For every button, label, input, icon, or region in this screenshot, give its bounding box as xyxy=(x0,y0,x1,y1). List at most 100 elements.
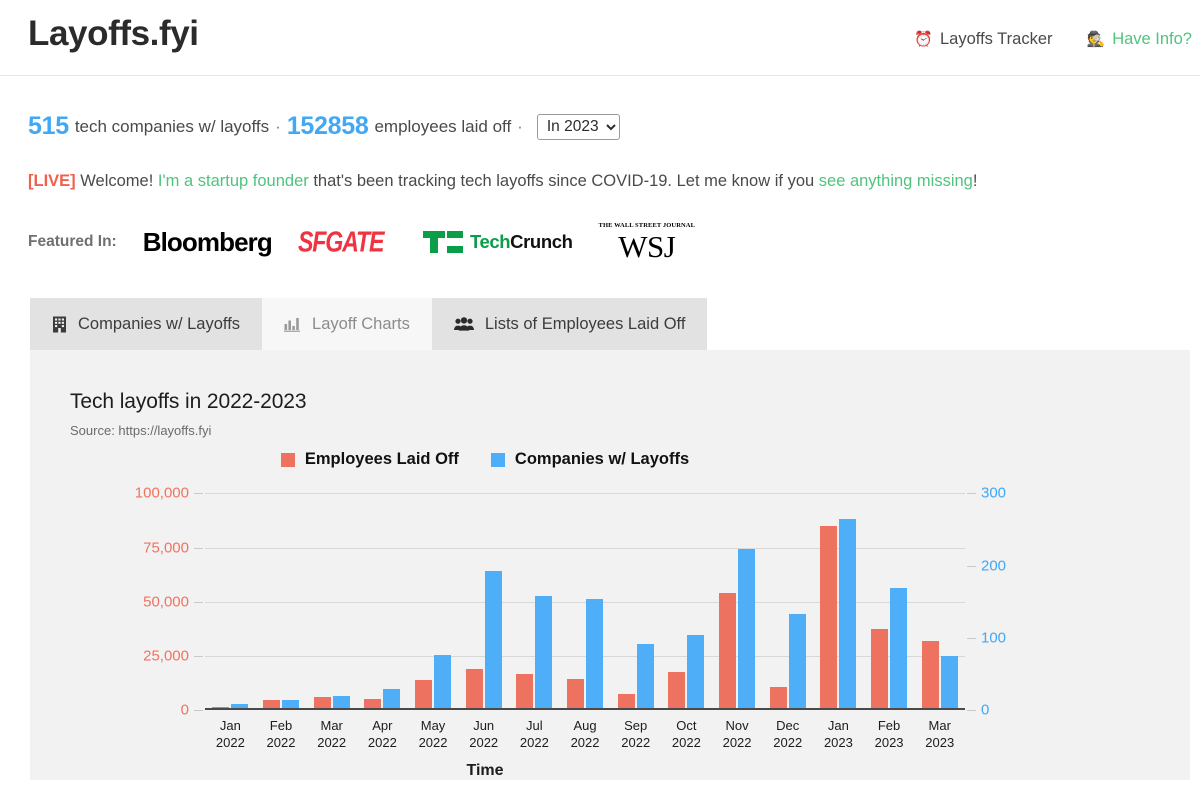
bar-employees-laid-off[interactable] xyxy=(617,694,635,709)
chart-bar-group xyxy=(914,493,965,709)
techcrunch-logo-tech: Tech xyxy=(469,231,511,253)
legend-item-employees[interactable]: Employees Laid Off xyxy=(280,450,459,469)
tab-layoff-charts-label: Layoff Charts xyxy=(312,314,410,333)
legend-label-companies: Companies w/ Layoffs xyxy=(514,450,690,469)
bar-companies-with-layoffs[interactable] xyxy=(586,598,604,709)
bar-employees-laid-off[interactable] xyxy=(567,679,585,709)
bar-companies-with-layoffs[interactable] xyxy=(839,518,857,709)
employees-count: 152858 xyxy=(286,112,369,140)
y-axis-right-label: 300 xyxy=(981,484,1007,502)
live-banner: [LIVE] Welcome! I'm a startup founder th… xyxy=(28,171,1200,192)
chart-source: Source: https://layoffs.fyi xyxy=(70,423,212,439)
featured-in-label: Featured In: xyxy=(28,233,117,251)
tab-lists-of-employees-laid-off[interactable]: Lists of Employees Laid Off xyxy=(431,298,708,351)
year-filter-select[interactable]: In 2023 xyxy=(536,113,620,140)
y-axis-left-tick xyxy=(194,547,203,549)
tab-companies-with-layoffs[interactable]: Companies w/ Layoffs xyxy=(30,298,263,351)
x-axis-tick-label: Jul 2022 xyxy=(519,718,549,750)
see-anything-missing-link[interactable]: see anything missing xyxy=(819,172,973,190)
x-axis-tick-label: Dec 2022 xyxy=(773,718,803,750)
bar-employees-laid-off[interactable] xyxy=(719,593,737,709)
y-axis-left-label: 25,000 xyxy=(143,647,189,665)
live-welcome: Welcome! xyxy=(80,172,154,190)
y-axis-left-label: 100,000 xyxy=(134,484,189,502)
bar-companies-with-layoffs[interactable] xyxy=(332,696,350,709)
y-axis-right-tick xyxy=(967,493,976,495)
bar-employees-laid-off[interactable] xyxy=(313,696,331,709)
x-axis-tick-label: Jun 2022 xyxy=(469,718,499,750)
bar-companies-with-layoffs[interactable] xyxy=(434,654,452,709)
bar-employees-laid-off[interactable] xyxy=(769,686,787,709)
x-axis-title: Time xyxy=(466,762,504,780)
chart-plot-area: 0 25,000 50,000 75,000 100,000 0 100 200 300 xyxy=(135,485,1006,719)
chart-title: Tech layoffs in 2022-2023 xyxy=(70,390,307,414)
bar-companies-with-layoffs[interactable] xyxy=(383,688,401,709)
chart-panel: Tech layoffs in 2022-2023 Source: https:… xyxy=(30,350,1190,781)
employees-count-label: employees laid off xyxy=(374,116,512,136)
header-nav: ⏰ Layoffs Tracker 🕵️ Have Info? xyxy=(914,30,1192,49)
detective-icon: 🕵️ xyxy=(1086,31,1106,48)
y-axis-right-tick xyxy=(967,710,976,712)
y-axis-left-label: 50,000 xyxy=(143,593,189,611)
y-axis-left-label: 75,000 xyxy=(143,539,189,557)
bar-companies-with-layoffs[interactable] xyxy=(738,549,756,709)
x-axis-tick-label: Oct 2022 xyxy=(671,718,701,750)
x-axis-tick-label: Nov 2022 xyxy=(722,718,752,750)
chart-bar-group xyxy=(408,493,459,709)
live-end-text: ! xyxy=(972,172,978,190)
nav-layoffs-tracker-label: Layoffs Tracker xyxy=(940,30,1053,48)
tab-layoff-charts[interactable]: Layoff Charts xyxy=(262,298,432,351)
stats-summary: 515 tech companies w/ layoffs · 152858 e… xyxy=(28,112,1200,141)
techcrunch-logo: TechCrunch xyxy=(422,231,573,254)
y-axis-left-tick xyxy=(194,493,203,495)
bar-employees-laid-off[interactable] xyxy=(516,673,534,709)
bar-employees-laid-off[interactable] xyxy=(263,700,280,709)
x-axis-tick-label: Mar 2022 xyxy=(317,718,347,750)
bar-companies-with-layoffs[interactable] xyxy=(940,655,958,709)
bar-companies-with-layoffs[interactable] xyxy=(636,644,654,709)
bar-companies-with-layoffs[interactable] xyxy=(282,699,299,709)
x-axis-tick-label: Mar 2023 xyxy=(925,718,955,750)
chart-bar-group xyxy=(813,493,864,709)
chart-bar-group xyxy=(306,493,357,709)
nav-layoffs-tracker[interactable]: ⏰ Layoffs Tracker xyxy=(914,30,1052,49)
bar-companies-with-layoffs[interactable] xyxy=(788,613,806,709)
chart-bar-group xyxy=(357,493,408,709)
chart-bar-group xyxy=(712,493,763,709)
bar-employees-laid-off[interactable] xyxy=(415,680,433,709)
stats-separator-1: · xyxy=(275,116,281,136)
wsj-logo-mark: WSJ xyxy=(618,228,676,264)
startup-founder-link[interactable]: I'm a startup founder xyxy=(158,172,309,190)
bar-companies-with-layoffs[interactable] xyxy=(484,571,502,709)
y-axis-left-tick xyxy=(194,710,203,712)
bar-companies-with-layoffs[interactable] xyxy=(687,635,705,709)
y-axis-right-label: 200 xyxy=(981,557,1007,575)
tab-lists-of-employees-laid-off-label: Lists of Employees Laid Off xyxy=(484,314,686,333)
y-axis-left-label: 0 xyxy=(180,701,189,719)
tab-bar: Companies w/ Layoffs Layoff Charts Lists… xyxy=(30,298,1200,351)
tab-companies-with-layoffs-label: Companies w/ Layoffs xyxy=(78,314,241,333)
site-brand[interactable]: Layoffs.fyi xyxy=(28,14,199,54)
bar-employees-laid-off[interactable] xyxy=(668,671,686,709)
live-mid-text: that's been tracking tech layoffs since … xyxy=(313,172,815,190)
chart-bar-groups xyxy=(205,493,965,709)
bar-employees-laid-off[interactable] xyxy=(465,669,483,709)
bar-companies-with-layoffs[interactable] xyxy=(890,587,908,709)
x-axis-tick-label: May 2022 xyxy=(418,718,448,750)
nav-have-info[interactable]: 🕵️ Have Info? xyxy=(1087,30,1193,49)
x-axis-tick-label: Feb 2023 xyxy=(874,718,904,750)
bar-employees-laid-off[interactable] xyxy=(871,629,889,709)
bar-employees-laid-off[interactable] xyxy=(921,641,939,709)
techcrunch-logo-crunch: Crunch xyxy=(510,231,573,253)
bar-employees-laid-off[interactable] xyxy=(820,526,838,709)
legend-label-employees: Employees Laid Off xyxy=(304,450,459,469)
x-axis-tick-label: Sep 2022 xyxy=(621,718,651,750)
chart-bar-group xyxy=(256,493,307,709)
chart-bar-group xyxy=(560,493,611,709)
x-axis-tick-label: Jan 2022 xyxy=(215,718,245,750)
legend-swatch-companies xyxy=(490,452,505,467)
chart-legend: Employees Laid Off Companies w/ Layoffs xyxy=(30,450,940,469)
bar-companies-with-layoffs[interactable] xyxy=(535,596,553,709)
bar-employees-laid-off[interactable] xyxy=(364,699,382,709)
legend-item-companies[interactable]: Companies w/ Layoffs xyxy=(490,450,690,469)
